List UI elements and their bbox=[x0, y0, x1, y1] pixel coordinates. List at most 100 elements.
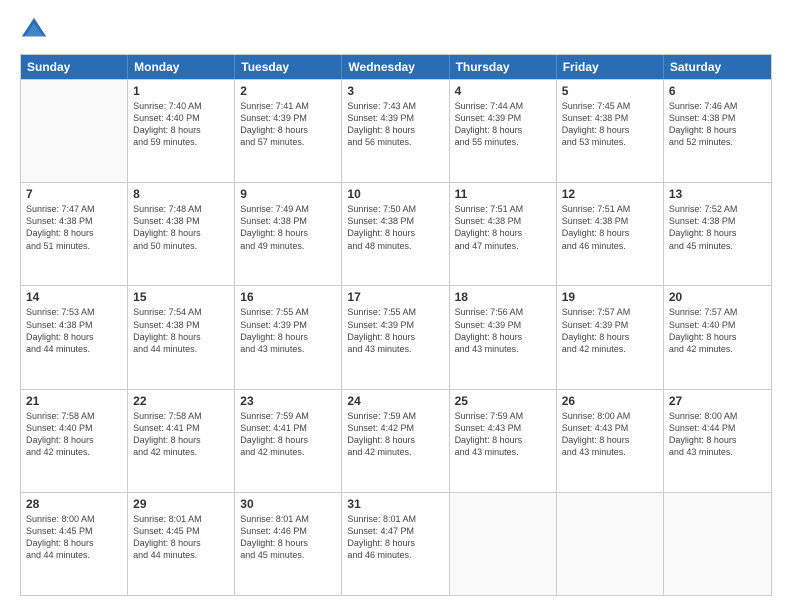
day-number: 17 bbox=[347, 290, 443, 304]
cal-cell: 11 Sunrise: 7:51 AM Sunset: 4:38 PM Dayli… bbox=[450, 183, 557, 285]
cal-cell: 30Sunrise: 8:01 AM Sunset: 4:46 PM Dayli… bbox=[235, 493, 342, 595]
day-info: Sunrise: 7:44 AM Sunset: 4:39 PM Dayligh… bbox=[455, 100, 551, 149]
day-info: Sunrise: 7:41 AM Sunset: 4:39 PM Dayligh… bbox=[240, 100, 336, 149]
day-info: Sunrise: 7:50 AM Sunset: 4:38 PM Dayligh… bbox=[347, 203, 443, 252]
day-info: Sunrise: 7:53 AM Sunset: 4:38 PM Dayligh… bbox=[26, 306, 122, 355]
day-number: 20 bbox=[669, 290, 766, 304]
day-info: Sunrise: 7:51 AM Sunset: 4:38 PM Dayligh… bbox=[455, 203, 551, 252]
day-info: Sunrise: 7:49 AM Sunset: 4:38 PM Dayligh… bbox=[240, 203, 336, 252]
cal-week: 28 Sunrise: 8:00 AM Sunset: 4:45 PM Dayli… bbox=[21, 492, 771, 595]
day-info: Sunrise: 8:00 AM Sunset: 4:44 PM Dayligh… bbox=[669, 410, 766, 459]
cal-week: 14Sunrise: 7:53 AM Sunset: 4:38 PM Dayli… bbox=[21, 285, 771, 388]
cal-header-cell: Sunday bbox=[21, 55, 128, 79]
day-info: Sunrise: 7:55 AM Sunset: 4:39 PM Dayligh… bbox=[240, 306, 336, 355]
day-info: Sunrise: 7:56 AM Sunset: 4:39 PM Dayligh… bbox=[455, 306, 551, 355]
day-info: Sunrise: 7:57 AM Sunset: 4:39 PM Dayligh… bbox=[562, 306, 658, 355]
day-number: 25 bbox=[455, 394, 551, 408]
day-info: Sunrise: 7:58 AM Sunset: 4:40 PM Dayligh… bbox=[26, 410, 122, 459]
logo-icon bbox=[20, 16, 48, 44]
cal-cell: 4Sunrise: 7:44 AM Sunset: 4:39 PM Daylig… bbox=[450, 80, 557, 182]
day-info: Sunrise: 7:48 AM Sunset: 4:38 PM Dayligh… bbox=[133, 203, 229, 252]
day-number: 5 bbox=[562, 84, 658, 98]
calendar-body: 1Sunrise: 7:40 AM Sunset: 4:40 PM Daylig… bbox=[21, 79, 771, 595]
day-info: Sunrise: 8:01 AM Sunset: 4:47 PM Dayligh… bbox=[347, 513, 443, 562]
cal-cell: 22 Sunrise: 7:58 AM Sunset: 4:41 PM Dayli… bbox=[128, 390, 235, 492]
cal-header-cell: Monday bbox=[128, 55, 235, 79]
cal-cell: 1Sunrise: 7:40 AM Sunset: 4:40 PM Daylig… bbox=[128, 80, 235, 182]
day-number: 30 bbox=[240, 497, 336, 511]
day-number: 23 bbox=[240, 394, 336, 408]
cal-header-cell: Tuesday bbox=[235, 55, 342, 79]
day-info: Sunrise: 7:47 AM Sunset: 4:38 PM Dayligh… bbox=[26, 203, 122, 252]
day-number: 11 bbox=[455, 187, 551, 201]
day-number: 28 bbox=[26, 497, 122, 511]
cal-cell: 15Sunrise: 7:54 AM Sunset: 4:38 PM Dayli… bbox=[128, 286, 235, 388]
day-info: Sunrise: 7:43 AM Sunset: 4:39 PM Dayligh… bbox=[347, 100, 443, 149]
cal-cell: 3 Sunrise: 7:43 AM Sunset: 4:39 PM Daylig… bbox=[342, 80, 449, 182]
cal-cell: 19 Sunrise: 7:57 AM Sunset: 4:39 PM Dayli… bbox=[557, 286, 664, 388]
calendar-header: SundayMondayTuesdayWednesdayThursdayFrid… bbox=[21, 55, 771, 79]
cal-cell bbox=[21, 80, 128, 182]
day-info: Sunrise: 7:59 AM Sunset: 4:43 PM Dayligh… bbox=[455, 410, 551, 459]
day-info: Sunrise: 7:45 AM Sunset: 4:38 PM Dayligh… bbox=[562, 100, 658, 149]
day-number: 24 bbox=[347, 394, 443, 408]
day-number: 13 bbox=[669, 187, 766, 201]
cal-cell: 2Sunrise: 7:41 AM Sunset: 4:39 PM Daylig… bbox=[235, 80, 342, 182]
day-number: 21 bbox=[26, 394, 122, 408]
cal-cell: 23 Sunrise: 7:59 AM Sunset: 4:41 PM Dayli… bbox=[235, 390, 342, 492]
cal-cell: 28 Sunrise: 8:00 AM Sunset: 4:45 PM Dayli… bbox=[21, 493, 128, 595]
cal-cell: 12 Sunrise: 7:51 AM Sunset: 4:38 PM Dayli… bbox=[557, 183, 664, 285]
cal-week: 1Sunrise: 7:40 AM Sunset: 4:40 PM Daylig… bbox=[21, 79, 771, 182]
day-number: 18 bbox=[455, 290, 551, 304]
day-info: Sunrise: 7:54 AM Sunset: 4:38 PM Dayligh… bbox=[133, 306, 229, 355]
day-number: 10 bbox=[347, 187, 443, 201]
cal-cell: 18 Sunrise: 7:56 AM Sunset: 4:39 PM Dayli… bbox=[450, 286, 557, 388]
cal-cell: 7Sunrise: 7:47 AM Sunset: 4:38 PM Daylig… bbox=[21, 183, 128, 285]
cal-cell: 6 Sunrise: 7:46 AM Sunset: 4:38 PM Daylig… bbox=[664, 80, 771, 182]
day-info: Sunrise: 7:51 AM Sunset: 4:38 PM Dayligh… bbox=[562, 203, 658, 252]
day-number: 9 bbox=[240, 187, 336, 201]
day-number: 6 bbox=[669, 84, 766, 98]
day-number: 1 bbox=[133, 84, 229, 98]
cal-cell bbox=[664, 493, 771, 595]
day-number: 12 bbox=[562, 187, 658, 201]
cal-header-cell: Friday bbox=[557, 55, 664, 79]
header bbox=[20, 16, 772, 44]
day-info: Sunrise: 8:00 AM Sunset: 4:43 PM Dayligh… bbox=[562, 410, 658, 459]
day-info: Sunrise: 7:55 AM Sunset: 4:39 PM Dayligh… bbox=[347, 306, 443, 355]
day-info: Sunrise: 7:59 AM Sunset: 4:42 PM Dayligh… bbox=[347, 410, 443, 459]
day-info: Sunrise: 7:59 AM Sunset: 4:41 PM Dayligh… bbox=[240, 410, 336, 459]
cal-cell: 27 Sunrise: 8:00 AM Sunset: 4:44 PM Dayli… bbox=[664, 390, 771, 492]
day-number: 3 bbox=[347, 84, 443, 98]
cal-cell: 20 Sunrise: 7:57 AM Sunset: 4:40 PM Dayli… bbox=[664, 286, 771, 388]
cal-cell: 10 Sunrise: 7:50 AM Sunset: 4:38 PM Dayli… bbox=[342, 183, 449, 285]
day-number: 19 bbox=[562, 290, 658, 304]
day-info: Sunrise: 7:58 AM Sunset: 4:41 PM Dayligh… bbox=[133, 410, 229, 459]
cal-cell: 21 Sunrise: 7:58 AM Sunset: 4:40 PM Dayli… bbox=[21, 390, 128, 492]
cal-cell: 8Sunrise: 7:48 AM Sunset: 4:38 PM Daylig… bbox=[128, 183, 235, 285]
cal-cell: 25 Sunrise: 7:59 AM Sunset: 4:43 PM Dayli… bbox=[450, 390, 557, 492]
day-number: 22 bbox=[133, 394, 229, 408]
cal-cell: 17 Sunrise: 7:55 AM Sunset: 4:39 PM Dayli… bbox=[342, 286, 449, 388]
day-info: Sunrise: 7:57 AM Sunset: 4:40 PM Dayligh… bbox=[669, 306, 766, 355]
cal-cell bbox=[450, 493, 557, 595]
cal-header-cell: Thursday bbox=[450, 55, 557, 79]
day-info: Sunrise: 8:00 AM Sunset: 4:45 PM Dayligh… bbox=[26, 513, 122, 562]
cal-header-cell: Wednesday bbox=[342, 55, 449, 79]
day-number: 27 bbox=[669, 394, 766, 408]
day-number: 29 bbox=[133, 497, 229, 511]
cal-cell: 9 Sunrise: 7:49 AM Sunset: 4:38 PM Daylig… bbox=[235, 183, 342, 285]
day-info: Sunrise: 7:46 AM Sunset: 4:38 PM Dayligh… bbox=[669, 100, 766, 149]
cal-cell: 31 Sunrise: 8:01 AM Sunset: 4:47 PM Dayli… bbox=[342, 493, 449, 595]
day-number: 16 bbox=[240, 290, 336, 304]
cal-cell: 16 Sunrise: 7:55 AM Sunset: 4:39 PM Dayli… bbox=[235, 286, 342, 388]
day-number: 31 bbox=[347, 497, 443, 511]
cal-week: 7Sunrise: 7:47 AM Sunset: 4:38 PM Daylig… bbox=[21, 182, 771, 285]
cal-cell: 26Sunrise: 8:00 AM Sunset: 4:43 PM Dayli… bbox=[557, 390, 664, 492]
cal-header-cell: Saturday bbox=[664, 55, 771, 79]
logo bbox=[20, 16, 52, 44]
day-info: Sunrise: 7:52 AM Sunset: 4:38 PM Dayligh… bbox=[669, 203, 766, 252]
cal-cell: 29 Sunrise: 8:01 AM Sunset: 4:45 PM Dayli… bbox=[128, 493, 235, 595]
day-info: Sunrise: 8:01 AM Sunset: 4:45 PM Dayligh… bbox=[133, 513, 229, 562]
cal-cell: 14Sunrise: 7:53 AM Sunset: 4:38 PM Dayli… bbox=[21, 286, 128, 388]
